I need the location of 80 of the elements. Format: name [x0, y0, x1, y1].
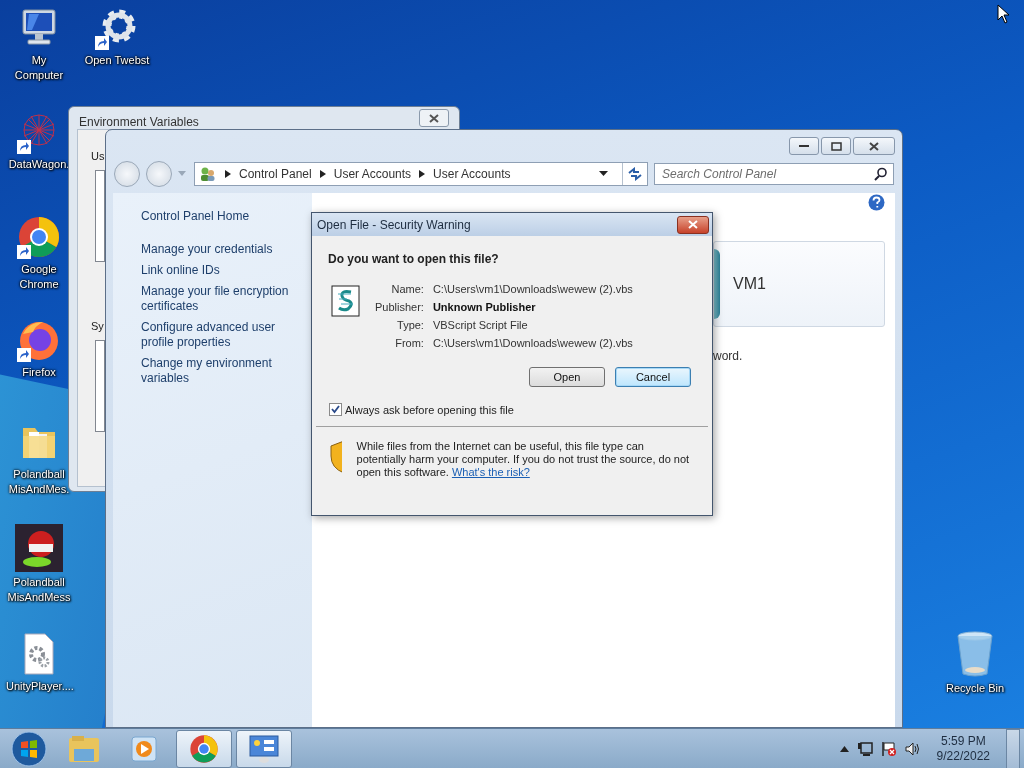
dialog-title: Open File - Security Warning — [317, 217, 471, 232]
dropdown-icon[interactable] — [599, 171, 608, 177]
section-label: Us — [91, 150, 105, 162]
refresh-icon[interactable] — [627, 167, 643, 181]
chevron-icon[interactable] — [319, 170, 326, 178]
close-icon — [429, 113, 439, 123]
show-desktop-button[interactable] — [1006, 728, 1020, 768]
shortcut-arrow-icon — [17, 245, 31, 259]
taskbar-button[interactable] — [236, 729, 292, 768]
sidebar-link[interactable]: Manage your credentials — [141, 242, 304, 257]
sidebar-link[interactable]: Control Panel Home — [141, 209, 304, 224]
variables-list[interactable] — [95, 340, 105, 432]
clock[interactable]: 5:59 PM 9/22/2022 — [936, 733, 990, 764]
warning-shield-icon — [329, 440, 342, 474]
chevron-icon[interactable] — [419, 170, 426, 178]
field-value: Unknown Publisher — [432, 301, 537, 313]
breadcrumb[interactable]: User Accounts — [333, 167, 412, 181]
minimize-button[interactable] — [789, 137, 819, 155]
breadcrumb[interactable]: Control Panel — [239, 167, 312, 181]
always-ask-checkbox[interactable]: Always ask before opening this file — [329, 403, 712, 416]
minimize-icon — [799, 144, 809, 148]
risk-link[interactable]: What's the risk? — [451, 466, 530, 478]
action-center-flag-icon[interactable] — [880, 740, 897, 757]
show-hidden-icons-button[interactable] — [839, 745, 849, 752]
close-button[interactable] — [677, 215, 709, 234]
sidebar-link[interactable]: Manage your file encryption certificates — [141, 284, 304, 314]
control-panel-icon — [248, 733, 280, 764]
close-icon — [869, 141, 879, 151]
field-value: C:\Users\vm1\Downloads\wewew (2).vbs — [432, 337, 633, 349]
desktop-icon[interactable] — [17, 215, 61, 259]
field-label: Name: — [390, 283, 424, 295]
volume-icon[interactable] — [904, 740, 921, 757]
shortcut-arrow-icon — [95, 36, 109, 50]
window-title: Environment Variables — [79, 115, 199, 129]
clock-time: 5:59 PM — [940, 733, 986, 749]
description-text: word. — [713, 349, 744, 363]
dialog-button[interactable]: Cancel — [615, 367, 691, 387]
sidebar-link[interactable]: Configure advanced user profile properties — [141, 320, 304, 350]
desktop-icon-label[interactable]: Polandball MisAndMes. — [6, 467, 72, 497]
shortcut-arrow-icon — [17, 348, 31, 362]
dialog-button[interactable]: Open — [529, 367, 605, 387]
dialog-heading: Do you want to open this file? — [328, 252, 500, 266]
field-label: From: — [394, 337, 424, 349]
section-label: Sy — [91, 320, 104, 332]
close-button[interactable] — [853, 137, 895, 155]
warning-text: While files from the Internet can be useful, this file type can potentially harm your computer. If you do not trust the source, do not open this software. What's the risk? — [356, 440, 690, 479]
script-file-icon — [331, 285, 361, 317]
help-icon[interactable] — [868, 194, 885, 211]
network-icon[interactable] — [856, 740, 873, 757]
field-value: C:\Users\vm1\Downloads\wewew (2).vbs — [432, 283, 633, 295]
chevron-icon[interactable] — [225, 170, 231, 178]
desktop-icon-label[interactable]: Google Chrome — [6, 262, 72, 292]
shortcut-arrow-icon — [17, 140, 31, 154]
variables-list[interactable] — [95, 170, 105, 262]
close-icon — [688, 220, 698, 229]
taskbar-button[interactable] — [176, 729, 232, 768]
desktop-icon-label[interactable]: Polandball MisAndMess — [6, 575, 72, 605]
clock-date: 9/22/2022 — [936, 748, 990, 764]
sidebar-link[interactable]: Change my environment variables — [141, 356, 304, 386]
field-label: Type: — [396, 319, 424, 331]
checkmark-icon — [331, 405, 340, 414]
desktop-icon-label[interactable]: Firefox — [6, 365, 72, 380]
breadcrumb[interactable]: User Accounts — [433, 167, 511, 181]
field-value: VBScript Script File — [432, 319, 529, 331]
desktop-icon-label[interactable]: My Computer — [6, 53, 72, 83]
address-bar[interactable]: Control Panel User Accounts User Accounts — [194, 162, 648, 186]
account-name: VM1 — [733, 275, 766, 293]
users-icon — [199, 166, 217, 182]
sidebar-link[interactable]: Link online IDs — [141, 263, 304, 278]
desktop-icon-label[interactable]: DataWagon. — [6, 157, 72, 172]
desktop-icon[interactable] — [15, 524, 63, 572]
mouse-cursor-icon — [997, 4, 1010, 24]
desktop-icon-label[interactable]: UnityPlayer.... — [6, 679, 72, 694]
desktop-icon-label[interactable]: Recycle Bin — [942, 681, 1008, 696]
browser-icon — [189, 733, 219, 764]
field-label: Publisher: — [375, 301, 424, 313]
desktop-icon-label[interactable]: Open Twebst — [84, 53, 150, 68]
maximize-button[interactable] — [821, 137, 851, 155]
close-button[interactable] — [419, 109, 449, 127]
maximize-icon — [830, 141, 842, 151]
